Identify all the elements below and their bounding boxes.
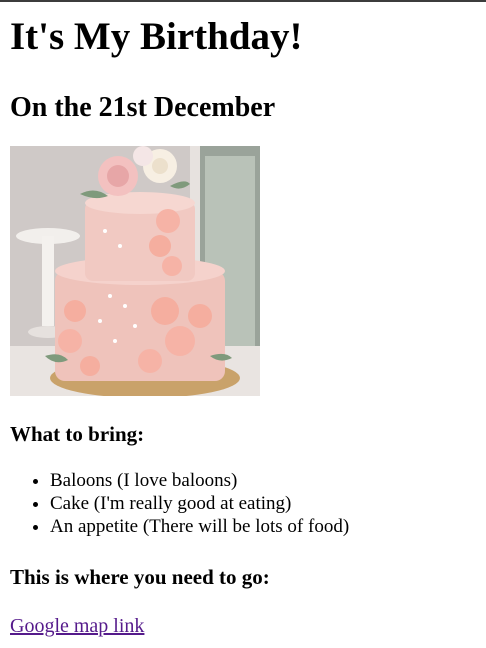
location-heading: This is where you need to go:: [10, 565, 270, 589]
cake-illustration: [10, 146, 260, 396]
list-item: An appetite (There will be lots of food): [50, 515, 476, 538]
date-heading: On the 21st December: [10, 92, 276, 123]
list-item: Baloons (I love baloons): [50, 469, 476, 492]
bring-heading: What to bring:: [10, 422, 145, 446]
bring-list: Baloons (I love baloons) Cake (I'm reall…: [10, 469, 476, 538]
list-item: Cake (I'm really good at eating): [50, 492, 476, 515]
page-content: It's My Birthday! On the 21st December W…: [0, 14, 486, 638]
page-title: It's My Birthday!: [10, 15, 303, 58]
google-map-link[interactable]: Google map link: [10, 614, 144, 638]
cake-image: [10, 146, 260, 396]
